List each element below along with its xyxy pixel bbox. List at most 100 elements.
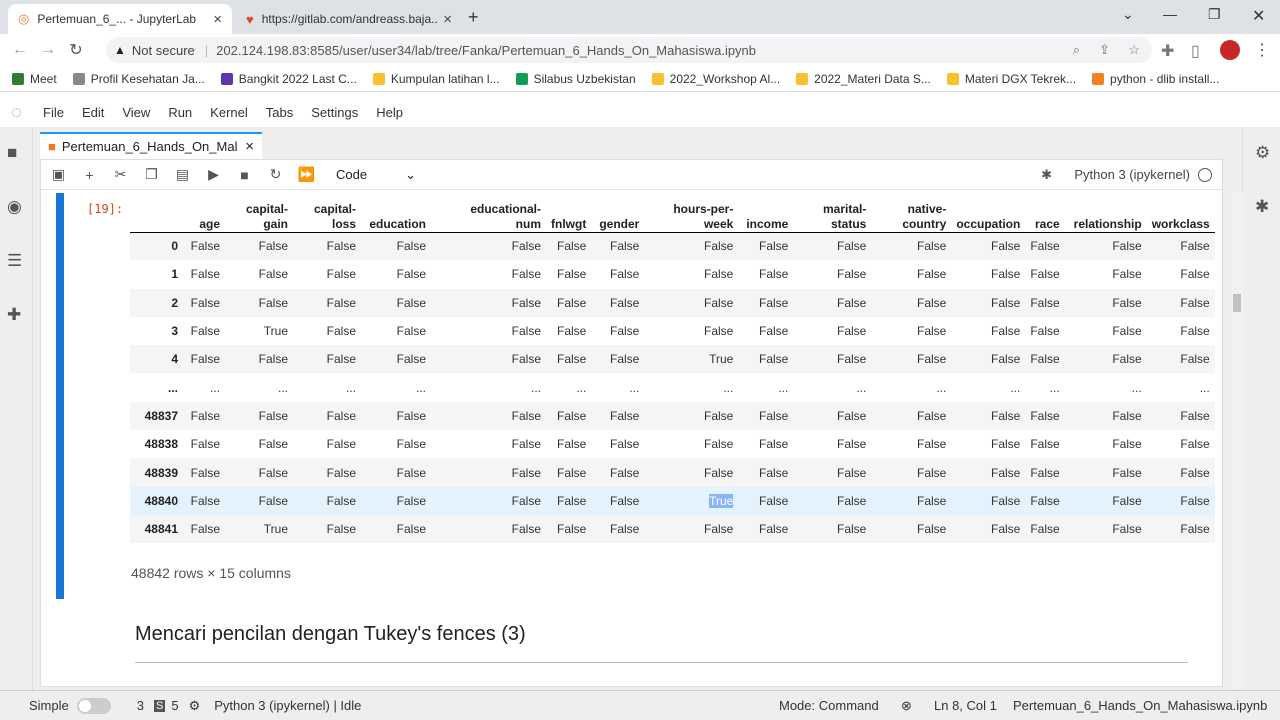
- row-index: 0: [171, 239, 178, 254]
- bookmark-item[interactable]: Meet: [12, 72, 57, 86]
- forward-icon[interactable]: →: [34, 41, 62, 59]
- fast-forward-icon[interactable]: ⏩: [291, 166, 322, 183]
- simple-mode-toggle[interactable]: [76, 697, 111, 714]
- copy-icon[interactable]: ❐: [136, 166, 167, 183]
- bookmark-item[interactable]: Bangkit 2022 Last C...: [220, 72, 357, 86]
- stop-icon[interactable]: ■: [229, 167, 260, 183]
- table-cell: False: [758, 239, 789, 254]
- back-icon[interactable]: ←: [6, 41, 34, 59]
- notebook-tab[interactable]: ■ Pertemuan_6_Hands_On_Mal ×: [40, 132, 262, 159]
- browser-tab-gitlab[interactable]: ♥ https://gitlab.com/andreass.baja... ×: [236, 4, 462, 34]
- paste-icon[interactable]: ▤: [167, 166, 198, 183]
- terminal-count[interactable]: 3: [137, 698, 144, 713]
- bookmark-item[interactable]: 2022_Materi Data S...: [796, 72, 931, 86]
- table-cell: False: [836, 352, 867, 367]
- zoom-icon[interactable]: ⌕: [1073, 42, 1080, 58]
- table-cell: False: [916, 295, 947, 310]
- bookmark-icon: [12, 72, 24, 85]
- insert-cell-icon[interactable]: +: [74, 167, 105, 183]
- simple-mode-label: Simple: [29, 698, 69, 713]
- url-bar[interactable]: ▲ Not secure | 202.124.198.83:8585/user/…: [106, 37, 1152, 63]
- active-cell-indicator[interactable]: [56, 193, 64, 599]
- new-tab-icon[interactable]: +: [468, 7, 479, 28]
- save-icon[interactable]: ▣: [43, 166, 74, 183]
- address-bar-row: ← → ↻ ▲ Not secure | 202.124.198.83:8585…: [0, 34, 1280, 66]
- share-icon[interactable]: ⇪: [1099, 42, 1110, 58]
- notebook-scrollbar[interactable]: [1231, 192, 1243, 720]
- bookmark-item[interactable]: Silabus Uzbekistan: [515, 72, 636, 86]
- table-cell: False: [991, 324, 1021, 339]
- browser-tab-title: https://gitlab.com/andreass.baja...: [261, 12, 438, 26]
- bookmark-item[interactable]: Profil Kesehatan Ja...: [72, 71, 205, 86]
- dataframe-shape: 48842 rows × 15 columns: [131, 565, 291, 581]
- cut-icon[interactable]: ✂: [105, 166, 136, 183]
- table-cell: False: [396, 239, 426, 254]
- bookmark-icon: [515, 72, 528, 85]
- bookmark-item[interactable]: python - dlib install...: [1092, 72, 1219, 86]
- run-icon[interactable]: ▶: [198, 166, 229, 183]
- table-row: 4 False False False False False False False True…: [130, 345, 1215, 374]
- table-cell: False: [1030, 437, 1060, 452]
- table-cell: False: [258, 267, 288, 282]
- bookmark-label: Profil Kesehatan Ja...: [90, 71, 205, 86]
- menu-tabs[interactable]: Tabs: [266, 105, 293, 120]
- running-icon[interactable]: ◉: [7, 197, 22, 217]
- markdown-heading[interactable]: Mencari pencilan dengan Tukey's fences (…: [135, 623, 526, 646]
- browser-menu-icon[interactable]: ⋮: [1254, 40, 1270, 60]
- kernel-status[interactable]: Python 3 (ipykernel) | Idle: [214, 698, 361, 713]
- column-header: marital- status: [822, 201, 867, 231]
- browser-tab-jupyterlab[interactable]: ◎ Pertemuan_6_... - JupyterLab ×: [8, 4, 232, 34]
- kernel-name[interactable]: Python 3 (ipykernel): [1074, 167, 1190, 182]
- table-cell: False: [190, 465, 220, 480]
- tab-search-icon[interactable]: ⌄: [1122, 6, 1134, 23]
- table-cell: False: [758, 465, 789, 480]
- debug-icon[interactable]: ✱: [1041, 167, 1052, 183]
- close-window-icon[interactable]: ✕: [1252, 6, 1265, 26]
- restart-icon[interactable]: ↻: [260, 166, 291, 183]
- cell-area[interactable]: [19]: age capital- gain capital- loss educa…: [41, 191, 1222, 687]
- table-cell: ...: [1199, 380, 1210, 395]
- table-cell: ...: [778, 380, 789, 395]
- table-cell: False: [258, 493, 288, 508]
- menu-edit[interactable]: Edit: [82, 105, 104, 120]
- extension-icon[interactable]: ✚: [7, 305, 21, 325]
- minimize-icon[interactable]: —: [1163, 6, 1177, 22]
- file-name: Pertemuan_6_Hands_On_Mahasiswa.ipynb: [1013, 698, 1268, 713]
- cursor-position[interactable]: Ln 8, Col 1: [934, 698, 997, 713]
- menu-help[interactable]: Help: [376, 105, 403, 120]
- menu-run[interactable]: Run: [168, 105, 192, 120]
- bookmark-label: 2022_Workshop Al...: [669, 71, 781, 86]
- close-icon[interactable]: ×: [213, 11, 222, 28]
- cell-type-select[interactable]: Code ⌄: [336, 167, 416, 183]
- reload-icon[interactable]: ↻: [62, 40, 90, 60]
- debugger-icon[interactable]: ✱: [1255, 197, 1269, 217]
- table-cell: True: [644, 487, 738, 515]
- menu-settings[interactable]: Settings: [311, 105, 358, 120]
- table-cell: False: [396, 437, 426, 452]
- profile-avatar[interactable]: [1220, 40, 1240, 60]
- scrollbar-thumb[interactable]: [1233, 294, 1241, 312]
- console-count[interactable]: 5: [171, 698, 178, 713]
- table-cell: False: [258, 239, 288, 254]
- side-panel-icon[interactable]: ▯: [1191, 41, 1200, 61]
- bookmark-icon: [72, 72, 85, 85]
- property-inspector-icon[interactable]: ⚙: [1255, 143, 1270, 163]
- table-cell: ...: [856, 380, 867, 395]
- maximize-icon[interactable]: ❐: [1208, 6, 1221, 23]
- table-of-contents-icon[interactable]: ☰: [7, 251, 22, 271]
- table-cell: False: [758, 267, 789, 282]
- menu-view[interactable]: View: [122, 105, 150, 120]
- close-icon[interactable]: ×: [245, 138, 254, 155]
- menu-kernel[interactable]: Kernel: [210, 105, 248, 120]
- bookmark-item[interactable]: 2022_Workshop Al...: [651, 71, 781, 86]
- table-cell: True: [263, 324, 288, 339]
- table-cell: False: [190, 352, 220, 367]
- close-icon[interactable]: ×: [443, 11, 452, 28]
- bookmark-star-icon[interactable]: ☆: [1128, 42, 1140, 58]
- bookmark-item[interactable]: Kumpulan latihan l...: [372, 72, 500, 86]
- extensions-icon[interactable]: ✚: [1161, 41, 1174, 61]
- bookmark-item[interactable]: Materi DGX Tekrek...: [946, 72, 1076, 86]
- table-cell: False: [1112, 352, 1142, 367]
- menu-file[interactable]: File: [43, 105, 64, 120]
- folder-icon[interactable]: ■: [7, 143, 17, 163]
